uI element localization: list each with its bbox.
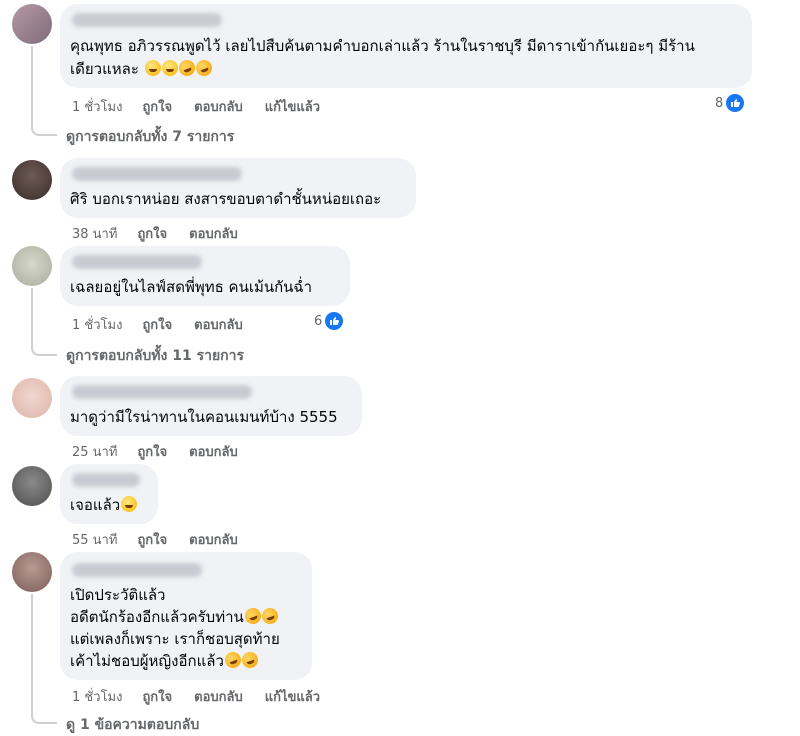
grin-icon [161, 60, 178, 76]
comment-text-line: มาดูว่ามีใรน่าทานในคอนเมนท์บ้าง 5555 [70, 408, 338, 426]
reaction-summary[interactable]: 8 [715, 94, 745, 112]
comment-text-segment: เดียวแหละ [70, 60, 139, 78]
commenter-name-redacted[interactable] [72, 385, 252, 399]
comment-text-line: เฉลยอยู่ในไลฟ์สดพี่พุทธ คนเม้นกันฉ่ำ [70, 278, 313, 296]
comment-text-segment: เค้าไม่ชอบผู้หญิงอีกแล้ว [70, 652, 224, 670]
grin-icon [144, 60, 161, 76]
reply-button[interactable]: ตอบกลับ [189, 533, 238, 548]
like-button[interactable]: ถูกใจ [137, 445, 167, 460]
comment-bubble: คุณพุทธ อภิวรรณพูดไว้ เลยไปสืบค้นตามคำบอ… [60, 4, 752, 88]
edited-label: แก้ไขแล้ว [264, 100, 321, 115]
like-button[interactable]: ถูกใจ [137, 227, 167, 242]
commenter-name-redacted[interactable] [72, 255, 202, 269]
commenter-name-redacted[interactable] [72, 563, 202, 577]
avatar[interactable] [12, 246, 52, 286]
comment-text-segment: เจอแล้ว [70, 496, 121, 514]
thumbs-up-icon [726, 94, 745, 112]
timestamp[interactable]: 55 นาที [72, 533, 117, 548]
thread-connector [31, 594, 57, 724]
thread-connector [31, 288, 57, 356]
comment-text-line: แต่เพลงก็เพราะ เราก็ชอบสุดท้าย [70, 630, 280, 648]
reply-button[interactable]: ตอบกลับ [194, 100, 243, 115]
comment-text-line: ศิริ บอกเราหน่อย สงสารขอบตาดำชั้นหน่อยเถ… [70, 190, 382, 208]
grin-icon [121, 496, 138, 512]
comment-actions: 1 ชั่วโมง ถูกใจ ตอบกลับ [72, 314, 265, 335]
laugh-tears-icon [176, 57, 197, 79]
avatar[interactable] [12, 552, 52, 592]
comment-actions: 1 ชั่วโมง ถูกใจ ตอบกลับ แก้ไขแล้ว [72, 686, 342, 707]
like-button[interactable]: ถูกใจ [137, 533, 167, 548]
timestamp[interactable]: 1 ชั่วโมง [72, 100, 122, 115]
comment-text-line: เปิดประวัติแล้ว [70, 586, 166, 604]
comment-text-line: อดีตนักร้องอีกแล้วครับท่าน [70, 605, 281, 628]
comment-bubble: มาดูว่ามีใรน่าทานในคอนเมนท์บ้าง 5555 [60, 376, 362, 436]
like-button[interactable]: ถูกใจ [142, 100, 172, 115]
comment-actions: 25 นาที ถูกใจ ตอบกลับ [72, 441, 260, 462]
edited-label: แก้ไขแล้ว [264, 690, 321, 705]
comment-text-line: คุณพุทธ อภิวรรณพูดไว้ เลยไปสืบค้นตามคำบอ… [70, 37, 695, 55]
comment-bubble: เฉลยอยู่ในไลฟ์สดพี่พุทธ คนเม้นกันฉ่ำ [60, 246, 350, 306]
comment-text-line: เค้าไม่ชอบผู้หญิงอีกแล้ว [70, 649, 261, 672]
laugh-tears-icon [193, 57, 214, 79]
avatar[interactable] [12, 160, 52, 200]
avatar[interactable] [12, 378, 52, 418]
reaction-summary[interactable]: 6 [314, 312, 344, 330]
comment-actions: 1 ชั่วโมง ถูกใจ ตอบกลับ แก้ไขแล้ว [72, 96, 342, 117]
like-button[interactable]: ถูกใจ [142, 690, 172, 705]
comment-text-line: เดียวแหละ [70, 57, 214, 80]
commenter-name-redacted[interactable] [72, 473, 140, 487]
reaction-count: 6 [314, 313, 323, 329]
comment-bubble: ศิริ บอกเราหน่อย สงสารขอบตาดำชั้นหน่อยเถ… [60, 158, 416, 218]
reaction-count: 8 [715, 95, 724, 111]
view-replies-link[interactable]: ดูการตอบกลับทั้ง 11 รายการ [66, 345, 244, 367]
reply-button[interactable]: ตอบกลับ [194, 690, 243, 705]
timestamp[interactable]: 25 นาที [72, 445, 117, 460]
laugh-tears-icon [259, 605, 281, 627]
comment-bubble: เปิดประวัติแล้ว อดีตนักร้องอีกแล้วครับท่… [60, 552, 312, 680]
timestamp[interactable]: 1 ชั่วโมง [72, 690, 122, 705]
comment-text-segment: อดีตนักร้องอีกแล้วครับท่าน [70, 608, 244, 626]
laugh-tears-icon [222, 649, 244, 671]
reply-button[interactable]: ตอบกลับ [189, 227, 238, 242]
like-button[interactable]: ถูกใจ [142, 318, 172, 333]
comment-actions: 38 นาที ถูกใจ ตอบกลับ [72, 223, 260, 244]
comment-bubble: เจอแล้ว [60, 464, 158, 524]
comment-text-line: เจอแล้ว [70, 495, 138, 516]
view-replies-link[interactable]: ดู 1 ข้อความตอบกลับ [66, 714, 199, 736]
laugh-tears-icon [239, 649, 261, 671]
avatar[interactable] [12, 466, 52, 506]
reply-button[interactable]: ตอบกลับ [189, 445, 238, 460]
laugh-tears-icon [242, 605, 264, 627]
timestamp[interactable]: 38 นาที [72, 227, 117, 242]
thread-connector [31, 46, 57, 136]
avatar[interactable] [12, 4, 52, 44]
commenter-name-redacted[interactable] [72, 167, 242, 181]
reply-button[interactable]: ตอบกลับ [194, 318, 243, 333]
thumbs-up-icon [325, 312, 344, 330]
comment-actions: 55 นาที ถูกใจ ตอบกลับ [72, 529, 260, 550]
view-replies-link[interactable]: ดูการตอบกลับทั้ง 7 รายการ [66, 126, 234, 148]
timestamp[interactable]: 1 ชั่วโมง [72, 318, 122, 333]
commenter-name-redacted[interactable] [72, 13, 222, 27]
